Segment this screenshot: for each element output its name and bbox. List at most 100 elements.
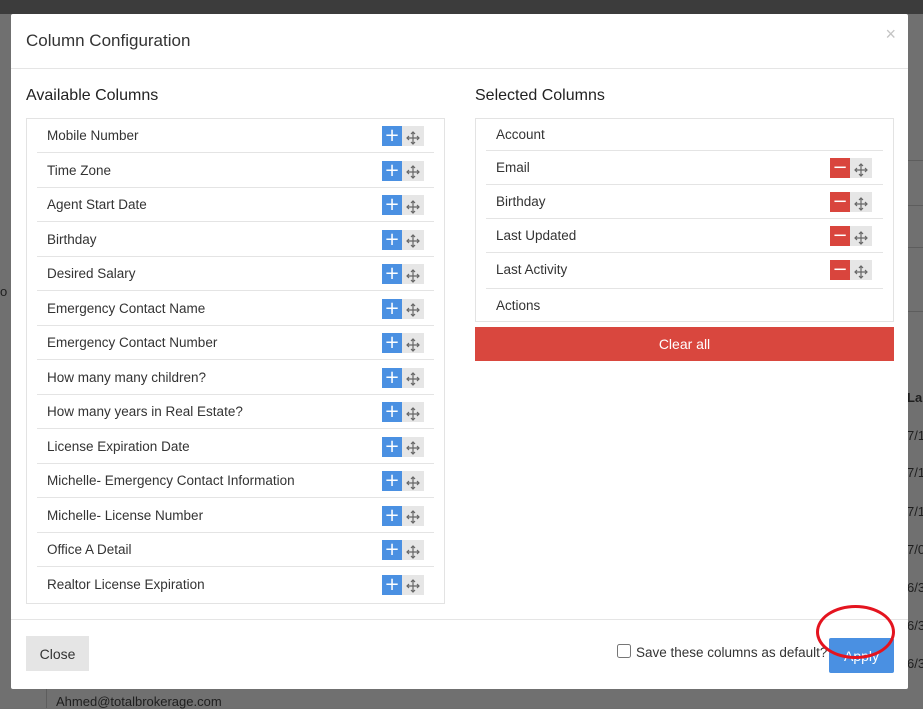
column-label: Desired Salary — [47, 266, 136, 281]
plus-icon[interactable]: + — [382, 195, 402, 215]
column-label: Michelle- Emergency Contact Information — [47, 473, 295, 488]
selected-column-row[interactable]: Account — [486, 119, 883, 151]
column-label: Michelle- License Number — [47, 507, 204, 523]
move-arrows-icon[interactable] — [402, 367, 424, 388]
plus-icon[interactable]: + — [382, 367, 402, 388]
available-column-row[interactable]: Michelle- License Number + — [37, 499, 434, 533]
clear-all-button[interactable]: Clear all — [475, 327, 894, 361]
close-icon[interactable]: × — [885, 24, 896, 45]
background-cell: 7/1 — [907, 504, 923, 519]
plus-icon[interactable]: + — [382, 574, 402, 595]
modal-footer: Close Save these columns as default? App… — [11, 619, 908, 689]
move-arrows-icon[interactable] — [402, 160, 424, 181]
background-text-fragment: o — [0, 284, 8, 299]
save-default-label[interactable]: Save these columns as default? — [636, 645, 827, 660]
column-label: Mobile Number — [47, 128, 139, 143]
modal-header: Column Configuration × — [11, 14, 908, 69]
plus-icon[interactable]: + — [382, 471, 402, 491]
available-column-row[interactable]: Michelle- Emergency Contact Information + — [37, 464, 434, 498]
apply-button[interactable]: Apply — [829, 638, 894, 673]
available-column-row[interactable]: Time Zone + — [37, 154, 434, 188]
minus-icon[interactable]: − — [830, 192, 850, 212]
move-arrows-icon[interactable] — [402, 402, 424, 422]
minus-icon[interactable]: − — [830, 226, 850, 246]
column-label: Actions — [496, 298, 541, 313]
close-button[interactable]: Close — [26, 636, 89, 671]
column-label: How many many children? — [47, 369, 207, 385]
column-label: Account — [496, 127, 545, 142]
column-label: Office A Detail — [47, 542, 132, 557]
available-column-row[interactable]: Office A Detail + — [37, 533, 434, 567]
background-cell: 6/3 — [907, 580, 923, 595]
background-divider — [46, 688, 47, 708]
available-column-row[interactable]: License Expiration Date + — [37, 430, 434, 464]
plus-icon[interactable]: + — [382, 126, 402, 146]
background-cell: 6/3 — [907, 656, 923, 671]
move-arrows-icon[interactable] — [402, 264, 424, 284]
plus-icon[interactable]: + — [382, 264, 402, 284]
column-label: Time Zone — [47, 162, 112, 178]
plus-icon[interactable]: + — [382, 505, 402, 526]
move-arrows-icon[interactable] — [402, 229, 424, 250]
plus-icon[interactable]: + — [382, 298, 402, 319]
background-cell: 7/1 — [907, 465, 923, 480]
background-column-header: La — [907, 390, 923, 405]
selected-column-row[interactable]: Last Updated − — [486, 219, 883, 253]
background-topbar — [0, 0, 923, 14]
save-default-checkbox[interactable] — [617, 644, 631, 658]
move-arrows-icon[interactable] — [402, 471, 424, 491]
selected-columns-list: Account Email − Birthday − Last Updated − Last … — [475, 118, 894, 322]
background-email-cell: Ahmed@totalbrokerage.com — [56, 694, 222, 709]
move-arrows-icon[interactable] — [850, 192, 872, 212]
move-arrows-icon[interactable] — [402, 436, 424, 457]
column-label: Last Updated — [496, 228, 577, 243]
move-arrows-icon[interactable] — [850, 158, 872, 178]
move-arrows-icon[interactable] — [402, 126, 424, 146]
column-label: Last Activity — [496, 262, 568, 277]
selected-column-row[interactable]: Last Activity − — [486, 253, 883, 289]
plus-icon[interactable]: + — [382, 229, 402, 250]
selected-column-row[interactable]: Birthday − — [486, 185, 883, 219]
background-cell: 7/1 — [907, 428, 923, 443]
move-arrows-icon[interactable] — [402, 574, 424, 595]
move-arrows-icon[interactable] — [402, 333, 424, 353]
plus-icon[interactable]: + — [382, 402, 402, 422]
column-label: Birthday — [47, 231, 97, 247]
background-cell: 7/0 — [907, 542, 923, 557]
plus-icon[interactable]: + — [382, 333, 402, 353]
selected-column-row[interactable]: Email − — [486, 151, 883, 185]
column-label: Agent Start Date — [47, 197, 147, 212]
plus-icon[interactable]: + — [382, 160, 402, 181]
move-arrows-icon[interactable] — [850, 260, 872, 280]
selected-column-row[interactable]: Actions — [486, 289, 883, 323]
column-label: How many years in Real Estate? — [47, 404, 243, 419]
move-arrows-icon[interactable] — [850, 226, 872, 246]
plus-icon[interactable]: + — [382, 436, 402, 457]
available-column-row[interactable]: How many many children? + — [37, 361, 434, 395]
column-label: Email — [496, 160, 530, 175]
column-label: License Expiration Date — [47, 438, 190, 454]
move-arrows-icon[interactable] — [402, 195, 424, 215]
available-column-row[interactable]: Desired Salary + — [37, 257, 434, 291]
available-columns-heading: Available Columns — [26, 87, 159, 104]
plus-icon[interactable]: + — [382, 540, 402, 560]
column-label: Emergency Contact Number — [47, 335, 218, 350]
available-column-row[interactable]: Emergency Contact Number + — [37, 326, 434, 360]
column-configuration-dialog: Column Configuration × Available Columns… — [11, 14, 908, 689]
minus-icon[interactable]: − — [830, 158, 850, 178]
available-column-row[interactable]: Birthday + — [37, 223, 434, 257]
available-columns-list: Mobile Number + Time Zone + Agent Start Date… — [26, 118, 445, 604]
available-column-row[interactable]: Emergency Contact Name + — [37, 292, 434, 326]
modal-title: Column Configuration — [26, 31, 191, 50]
available-column-row[interactable]: How many years in Real Estate? + — [37, 395, 434, 429]
background-cell: 6/3 — [907, 618, 923, 633]
move-arrows-icon[interactable] — [402, 505, 424, 526]
available-column-row[interactable]: Realtor License Expiration + — [37, 568, 434, 602]
minus-icon[interactable]: − — [830, 260, 850, 280]
column-label: Emergency Contact Name — [47, 300, 206, 316]
move-arrows-icon[interactable] — [402, 298, 424, 319]
move-arrows-icon[interactable] — [402, 540, 424, 560]
available-column-row[interactable]: Mobile Number + — [37, 119, 434, 153]
column-label: Birthday — [496, 194, 546, 209]
available-column-row[interactable]: Agent Start Date + — [37, 188, 434, 222]
